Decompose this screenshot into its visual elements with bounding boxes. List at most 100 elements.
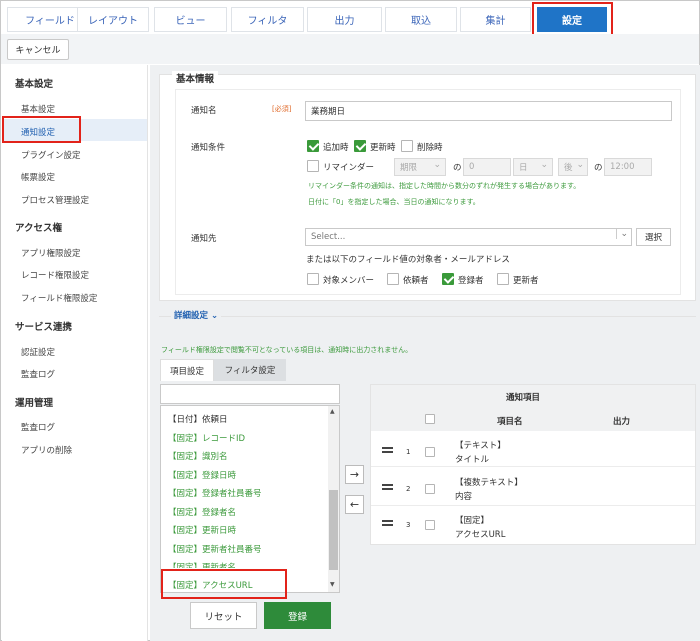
register-button[interactable]: 登録 [264, 602, 331, 629]
chevron-down-icon: ⌄ [433, 160, 441, 170]
toolbar [1, 34, 699, 64]
requester-checkbox[interactable] [387, 273, 399, 285]
row-name: 内容 [455, 492, 473, 502]
list-item[interactable]: 【固定】登録日時 [168, 469, 236, 481]
requester-label: 依頼者 [403, 276, 429, 286]
reset-button[interactable]: リセット [190, 602, 257, 629]
reminder-label: リマインダー [323, 163, 375, 173]
sidebar-item-audit-log-2[interactable]: 監査ログ [21, 421, 55, 433]
detail-settings-toggle[interactable]: 詳細設定 ⌄ [171, 309, 222, 321]
row-number: 3 [406, 521, 411, 529]
drag-handle-icon[interactable] [382, 484, 393, 490]
or-field-text: または以下のフィールド値の対象者・メールアドレス [306, 255, 510, 265]
cond-update-label: 更新時 [370, 143, 396, 153]
row-checkbox[interactable] [425, 447, 435, 457]
reminder-hint-2: 日付に「0」を指定した場合、当日の通知になります。 [308, 198, 480, 206]
tab-layout[interactable]: レイアウト [77, 7, 149, 32]
list-item[interactable]: 【固定】更新日時 [168, 524, 236, 536]
sidebar-group-access: アクセス権 [15, 223, 63, 234]
row-type: 【複数テキスト】 [455, 478, 523, 488]
cond-delete-checkbox[interactable] [401, 140, 413, 152]
target-members-checkbox[interactable] [307, 273, 319, 285]
sidebar-group-operations: 運用管理 [15, 398, 54, 409]
list-item[interactable]: 【固定】更新者名 [168, 561, 236, 568]
list-item[interactable]: 【日付】依頼日 [168, 413, 228, 425]
reminder-unit-select[interactable]: 日 ⌄ [513, 158, 553, 176]
reminder-time-input[interactable]: 12:00 [604, 158, 652, 176]
sidebar-group-service: サービス連携 [15, 322, 73, 333]
list-item[interactable]: 【固定】識別名 [168, 450, 228, 462]
sidebar-item-plugin-settings[interactable]: プラグイン設定 [21, 149, 81, 161]
tab-filter-settings[interactable]: フィルタ設定 [214, 359, 286, 381]
cancel-button[interactable]: キャンセル [7, 39, 69, 60]
reminder-value-input[interactable]: 0 [463, 158, 511, 176]
col-name-header: 項目名 [497, 417, 523, 427]
reminder-no-2: の [594, 163, 603, 173]
row-type: 【テキスト】 [455, 441, 506, 451]
list-item[interactable]: 【固定】登録者名 [168, 506, 236, 518]
scroll-thumb[interactable] [329, 490, 338, 570]
highlight-access-url [161, 569, 287, 599]
sidebar-item-auth-settings[interactable]: 認証設定 [21, 346, 55, 358]
sidebar-item-process-settings[interactable]: プロセス管理設定 [21, 194, 89, 206]
sidebar-item-basic-settings[interactable]: 基本設定 [21, 103, 55, 115]
remove-arrow-button[interactable]: ← [345, 495, 364, 514]
list-item[interactable]: 【固定】登録者社員番号 [168, 487, 262, 499]
cond-add-checkbox[interactable] [307, 140, 319, 152]
sidebar-item-record-permissions[interactable]: レコード権限設定 [21, 269, 89, 281]
reminder-direction-select[interactable]: 後 ⌄ [558, 158, 588, 176]
reminder-unit-value: 日 [519, 163, 528, 173]
tab-aggregate[interactable]: 集計 [460, 7, 531, 32]
col-output-header: 出力 [613, 417, 631, 427]
chevron-down-icon: ⌄ [540, 160, 548, 170]
sidebar-item-app-permissions[interactable]: アプリ権限設定 [21, 247, 81, 259]
destination-select[interactable]: Select... ⌄ [305, 228, 632, 246]
sidebar-item-audit-log[interactable]: 監査ログ [21, 368, 55, 380]
scroll-up-icon[interactable]: ▲ [330, 408, 335, 415]
cond-update-checkbox[interactable] [354, 140, 366, 152]
registrant-label: 登録者 [458, 276, 484, 286]
scroll-down-icon[interactable]: ▼ [330, 581, 335, 588]
drag-handle-icon[interactable] [382, 520, 393, 526]
updater-label: 更新者 [513, 276, 539, 286]
row-checkbox[interactable] [425, 484, 435, 494]
row-name: タイトル [455, 455, 490, 465]
row-name: アクセスURL [455, 530, 506, 540]
row-checkbox[interactable] [425, 520, 435, 530]
tab-output[interactable]: 出力 [307, 7, 382, 32]
sidebar-item-delete-app[interactable]: アプリの削除 [21, 444, 72, 456]
highlight-settings-tab [532, 2, 613, 37]
table-row [371, 431, 695, 467]
chevron-down-icon: ⌄ [576, 160, 584, 170]
row-number: 2 [406, 485, 411, 493]
target-members-label: 対象メンバー [323, 276, 375, 286]
row-type: 【固定】 [455, 516, 490, 526]
tab-view[interactable]: ビュー [154, 7, 227, 32]
list-item[interactable]: 【固定】更新者社員番号 [168, 543, 262, 555]
select-all-checkbox[interactable] [425, 414, 435, 424]
select-button[interactable]: 選択 [636, 228, 671, 246]
sidebar-group-basic: 基本設定 [15, 79, 54, 90]
drag-handle-icon[interactable] [382, 447, 393, 453]
registrant-checkbox[interactable] [442, 273, 454, 285]
chevron-down-icon: ⌄ [210, 311, 219, 321]
tab-import[interactable]: 取込 [385, 7, 457, 32]
chevron-down-icon: ⌄ [616, 229, 628, 239]
tab-item-settings[interactable]: 項目設定 [160, 359, 214, 381]
list-item[interactable]: 【固定】レコードID [168, 432, 245, 444]
reminder-hint-1: リマインダー条件の通知は、指定した時間から数分のずれが発生する場合があります。 [308, 182, 581, 190]
sidebar-item-form-settings[interactable]: 帳票設定 [21, 171, 55, 183]
add-arrow-button[interactable]: → [345, 465, 364, 484]
reminder-field-select[interactable]: 期限 ⌄ [394, 158, 446, 176]
updater-checkbox[interactable] [497, 273, 509, 285]
name-input[interactable]: 業務期日 [305, 101, 672, 121]
name-label: 通知名 [191, 106, 217, 116]
tab-filter[interactable]: フィルタ [231, 7, 304, 32]
row-number: 1 [406, 448, 411, 456]
condition-label: 通知条件 [191, 143, 226, 153]
sidebar-item-field-permissions[interactable]: フィールド権限設定 [21, 292, 97, 304]
field-list-search[interactable] [160, 384, 340, 404]
required-mark: [必須] [272, 105, 292, 113]
cond-add-label: 追加時 [323, 143, 349, 153]
reminder-checkbox[interactable] [307, 160, 319, 172]
